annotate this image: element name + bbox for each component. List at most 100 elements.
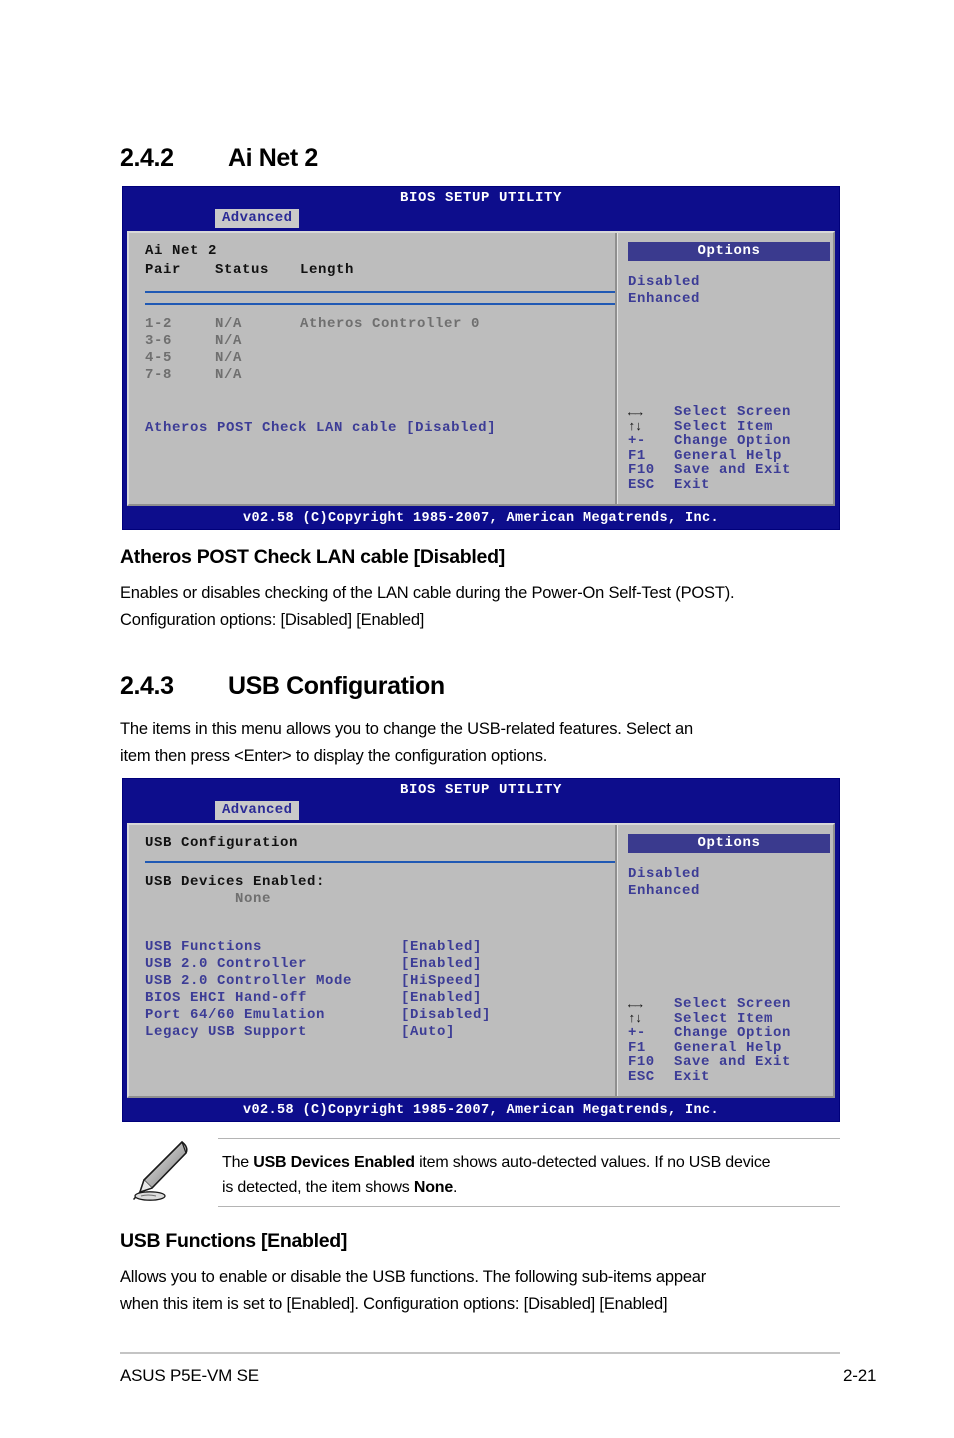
cell-status: N/A — [215, 316, 243, 332]
section-number: 2.4.2 — [120, 144, 174, 172]
setting-row-usb-20-controller-mode[interactable]: USB 2.0 Controller Mode [HiSpeed] — [145, 973, 615, 990]
bios-title-bar: BIOS SETUP UTILITY — [399, 782, 563, 798]
section-heading-usb: 2.4.3 USB Configuration — [120, 672, 445, 701]
setting-value: [Auto] — [401, 1024, 456, 1040]
bios-screen-usb-configuration: BIOS SETUP UTILITY Advanced USB Configur… — [122, 778, 840, 1122]
bios-tab-row: Advanced — [123, 801, 839, 820]
bios-title-bar: BIOS SETUP UTILITY — [399, 190, 563, 206]
column-header-status: Status — [215, 262, 270, 278]
section-title: Ai Net 2 — [228, 144, 318, 172]
setting-label: BIOS EHCI Hand-off — [145, 990, 308, 1006]
description-line: Configuration options: [Disabled] [Enabl… — [120, 611, 425, 629]
cell-pair: 7-8 — [145, 367, 173, 383]
table-rule-bottom — [145, 303, 615, 305]
navigation-key-legend: ←→ Select Screen ↑↓ Select Item +- Change O… — [628, 404, 840, 493]
navkey-row: F1 General Help — [628, 1040, 840, 1056]
bios-main-pane: USB Configuration USB Devices Enabled: N… — [129, 825, 615, 1096]
navkey-row: +- Change Option — [628, 1025, 840, 1041]
bios-tab-row: Advanced — [123, 209, 839, 228]
setting-row-bios-ehci-hand-off[interactable]: BIOS EHCI Hand-off [Enabled] — [145, 990, 615, 1007]
note-text-segment: . — [453, 1179, 458, 1196]
arrow-left-right-icon: ←→ — [628, 996, 643, 1012]
column-header-pair: Pair — [145, 262, 182, 278]
bios-footer-bar: v02.58 (C)Copyright 1985-2007, American … — [242, 1103, 720, 1118]
usb-devices-enabled-label: USB Devices Enabled: — [145, 874, 326, 890]
setting-value: [Enabled] — [401, 939, 483, 955]
note-line-1: The USB Devices Enabled item shows auto-… — [222, 1150, 771, 1175]
cell-pair: 3-6 — [145, 333, 173, 349]
esc-key: ESC — [628, 476, 655, 493]
options-header: Options — [628, 834, 830, 853]
table-row: 3-6 N/A — [145, 333, 615, 350]
setting-value: [Enabled] — [401, 990, 483, 1006]
navkey-row: ↑↓ Select Item — [628, 1011, 840, 1027]
setting-value: [Enabled] — [401, 956, 483, 972]
arrow-up-down-icon: ↑↓ — [628, 419, 643, 435]
setting-row-port-6460-emulation[interactable]: Port 64/60 Emulation [Disabled] — [145, 1007, 615, 1024]
cell-pair: 1-2 — [145, 316, 173, 332]
cell-status: N/A — [215, 333, 243, 349]
note-text-segment: is detected, the item shows — [222, 1179, 414, 1196]
note-rule-top — [218, 1138, 840, 1139]
options-list: Disabled Enhanced — [628, 274, 840, 308]
intro-line: The items in this menu allows you to cha… — [120, 720, 694, 738]
arrow-up-down-icon: ↑↓ — [628, 1011, 643, 1027]
description-line: Allows you to enable or disable the USB … — [120, 1268, 707, 1286]
description-line: when this item is set to [Enabled]. Conf… — [120, 1295, 668, 1313]
section-heading-ainet2: 2.4.2 Ai Net 2 — [120, 144, 318, 173]
usb-devices-enabled-value: None — [235, 891, 272, 907]
note-rule-bottom — [218, 1206, 840, 1207]
footer-product-name: ASUS P5E-VM SE — [120, 1366, 259, 1385]
pair-table: 1-2 N/A Atheros Controller 0 3-6 N/A 4-5 N/A… — [145, 316, 615, 384]
note-text-bold: USB Devices Enabled — [253, 1154, 415, 1171]
option-item-enhanced[interactable]: Enhanced — [628, 883, 840, 900]
option-item-enhanced[interactable]: Enhanced — [628, 291, 840, 308]
note-text: The USB Devices Enabled item shows auto-… — [222, 1150, 771, 1200]
bios-footer-bar: v02.58 (C)Copyright 1985-2007, American … — [242, 511, 720, 526]
navkey-row: ↑↓ Select Item — [628, 419, 840, 435]
cell-status: N/A — [215, 367, 243, 383]
navigation-key-legend: ←→ Select Screen ↑↓ Select Item +- Change O… — [628, 996, 840, 1085]
navkey-row: F10 Save and Exit — [628, 462, 840, 478]
note-text-segment: item shows auto-detected values. If no U… — [414, 1154, 771, 1171]
item-heading-usb-functions: USB Functions [Enabled] — [120, 1230, 348, 1252]
cell-status: N/A — [215, 350, 243, 366]
options-list: Disabled Enhanced — [628, 866, 840, 900]
setting-label: USB Functions — [145, 939, 263, 955]
menu-title: USB Configuration — [145, 835, 299, 851]
cell-pair: 4-5 — [145, 350, 173, 366]
esc-key: ESC — [628, 1068, 655, 1085]
item-description-atheros: Enables or disables checking of the LAN … — [120, 580, 735, 634]
navkey-label: Exit — [674, 476, 711, 493]
table-row: 4-5 N/A — [145, 350, 615, 367]
tab-advanced[interactable]: Advanced — [215, 209, 300, 228]
setting-label: Legacy USB Support — [145, 1024, 308, 1040]
setting-row-usb-functions[interactable]: USB Functions [Enabled] — [145, 939, 615, 956]
setting-label: Port 64/60 Emulation — [145, 1007, 326, 1023]
setting-label: Atheros POST Check LAN cable — [145, 420, 398, 436]
bios-options-pane: Options Disabled Enhanced ←→ Select Scree… — [618, 233, 840, 504]
setting-atheros-post-check[interactable]: Atheros POST Check LAN cable [Disabled] — [145, 420, 615, 437]
section-title: USB Configuration — [228, 672, 445, 700]
bios-options-pane: Options Disabled Enhanced ←→ Select Scree… — [618, 825, 840, 1096]
arrow-left-right-icon: ←→ — [628, 404, 643, 420]
navkey-row: ←→ Select Screen — [628, 404, 840, 420]
setting-row-legacy-usb-support[interactable]: Legacy USB Support [Auto] — [145, 1024, 615, 1041]
item-description-usb-functions: Allows you to enable or disable the USB … — [120, 1264, 706, 1318]
option-item-disabled[interactable]: Disabled — [628, 274, 840, 291]
bios-body: USB Configuration USB Devices Enabled: N… — [127, 823, 835, 1098]
table-rule-top — [145, 291, 615, 293]
setting-row-usb-20-controller[interactable]: USB 2.0 Controller [Enabled] — [145, 956, 615, 973]
footer-rule — [120, 1352, 840, 1354]
option-item-disabled[interactable]: Disabled — [628, 866, 840, 883]
usb-settings-list: USB Functions [Enabled] USB 2.0 Controlle… — [145, 939, 615, 1041]
column-header-length: Length — [300, 262, 355, 278]
manual-page: 2.4.2 Ai Net 2 BIOS SETUP UTILITY Advance… — [0, 0, 954, 1438]
tab-advanced[interactable]: Advanced — [215, 801, 300, 820]
usb-intro-paragraph: The items in this menu allows you to cha… — [120, 716, 693, 770]
navkey-row: ESC Exit — [628, 476, 840, 493]
description-line: Enables or disables checking of the LAN … — [120, 584, 735, 602]
note-text-bold: None — [413, 1179, 454, 1196]
title-rule — [145, 861, 615, 863]
section-number: 2.4.3 — [120, 672, 174, 700]
